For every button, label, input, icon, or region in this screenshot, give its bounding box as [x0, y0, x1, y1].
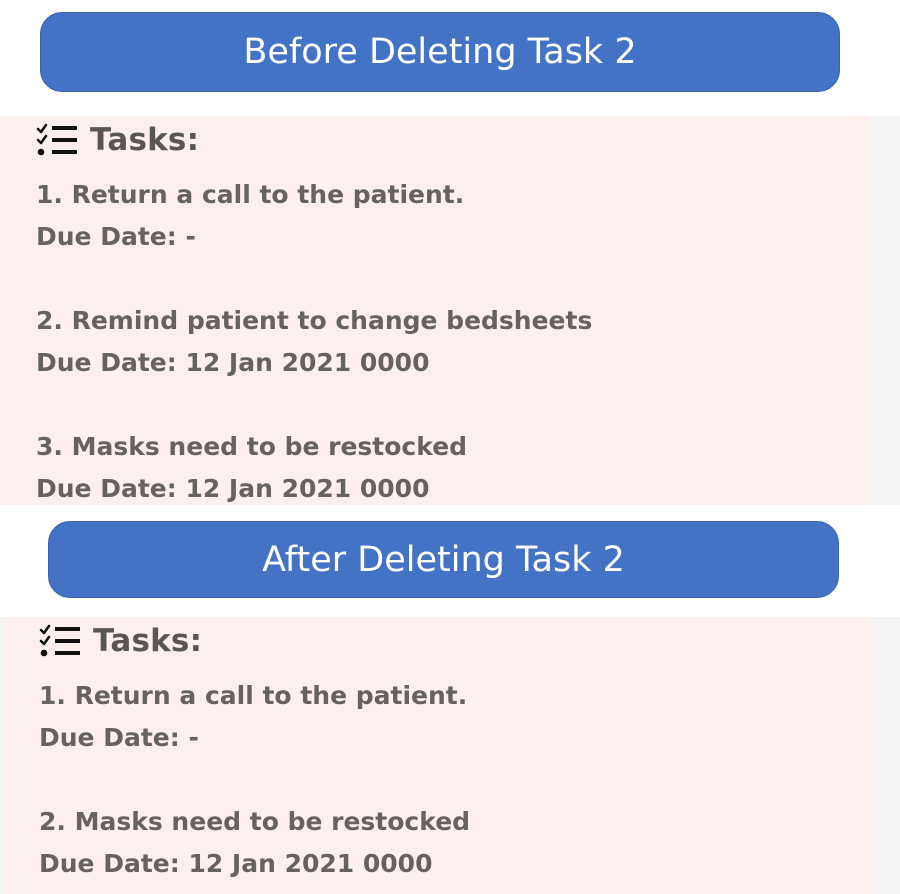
task-due-date: Due Date: -	[36, 222, 196, 251]
task-due-date: Due Date: -	[39, 723, 199, 752]
before-task-list: 1. Return a call to the patient. Due Dat…	[36, 174, 592, 505]
task-due-date: Due Date: 12 Jan 2021 0000	[36, 348, 430, 377]
task-item[interactable]: 2. Masks need to be restocked Due Date: …	[39, 801, 470, 885]
task-title: 1. Return a call to the patient.	[39, 681, 468, 710]
after-banner: After Deleting Task 2	[48, 521, 839, 598]
after-task-list-area: Tasks: 1. Return a call to the patient. …	[3, 617, 871, 894]
before-task-panel: Tasks: 1. Return a call to the patient. …	[0, 116, 900, 505]
task-title: 1. Return a call to the patient.	[36, 180, 465, 209]
task-item[interactable]: 1. Return a call to the patient. Due Dat…	[39, 675, 470, 759]
task-item[interactable]: 3. Masks need to be restocked Due Date: …	[36, 426, 592, 505]
task-due-date: Due Date: 12 Jan 2021 0000	[39, 849, 433, 878]
task-title: 2. Masks need to be restocked	[39, 807, 471, 836]
task-title: 2. Remind patient to change bedsheets	[36, 306, 593, 335]
after-task-header: Tasks:	[39, 621, 202, 661]
task-item[interactable]: 2. Remind patient to change bedsheets Du…	[36, 300, 592, 384]
task-due-date: Due Date: 12 Jan 2021 0000	[36, 474, 430, 503]
checklist-icon	[36, 123, 77, 156]
after-banner-label: After Deleting Task 2	[262, 539, 625, 580]
before-task-header: Tasks:	[36, 120, 199, 160]
task-item[interactable]: 1. Return a call to the patient. Due Dat…	[36, 174, 592, 258]
after-task-list: 1. Return a call to the patient. Due Dat…	[39, 675, 470, 894]
after-task-panel: Tasks: 1. Return a call to the patient. …	[0, 617, 900, 894]
checklist-icon	[39, 624, 80, 657]
after-tasks-title: Tasks:	[93, 623, 203, 659]
task-title: 3. Masks need to be restocked	[36, 432, 468, 461]
before-task-list-area: Tasks: 1. Return a call to the patient. …	[0, 116, 870, 505]
before-banner-label: Before Deleting Task 2	[243, 32, 637, 72]
before-banner: Before Deleting Task 2	[40, 12, 840, 92]
before-tasks-title: Tasks:	[90, 122, 200, 158]
